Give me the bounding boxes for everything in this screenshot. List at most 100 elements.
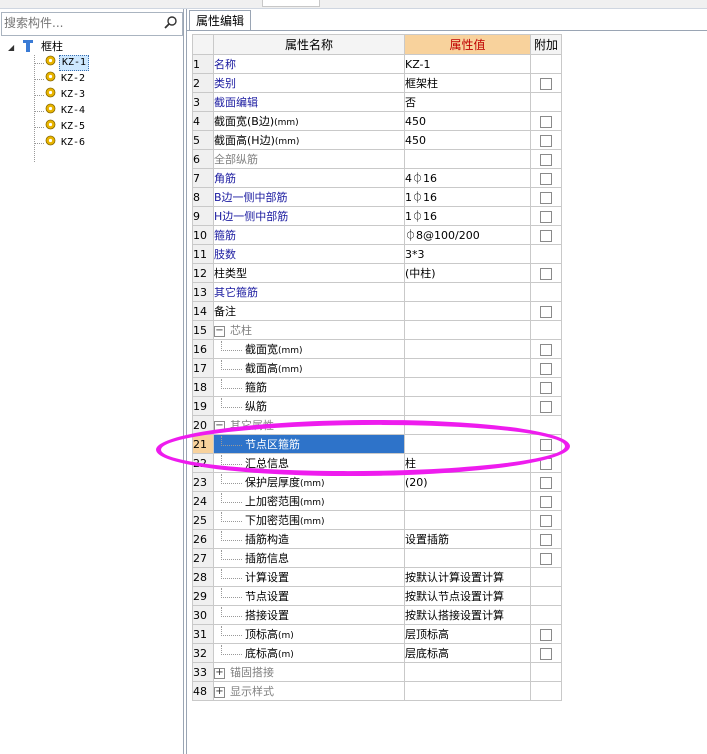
attr-name-cell[interactable]: 备注 (213, 301, 405, 321)
attach-checkbox[interactable] (540, 495, 552, 508)
tree-item-kz-4[interactable]: KZ-4 (45, 103, 87, 119)
attr-value-cell[interactable] (404, 301, 531, 321)
attach-checkbox[interactable] (540, 514, 552, 527)
attach-checkbox[interactable] (540, 210, 552, 223)
attr-value-cell[interactable]: 按默认搭接设置计算 (404, 605, 531, 625)
attr-value-cell[interactable]: 1⏀16 (404, 206, 531, 226)
attr-name-cell[interactable]: 截面高(H边)(mm) (213, 130, 405, 150)
attr-value-cell[interactable]: ⏀8@100/200 (404, 225, 531, 245)
property-row[interactable]: 15− 芯柱 (192, 320, 562, 340)
property-row[interactable]: 2 类别 框架柱 (192, 73, 562, 93)
attr-name-cell[interactable]: 节点设置 (213, 586, 405, 606)
attr-name-cell[interactable]: 保护层厚度(mm) (213, 472, 405, 492)
attach-checkbox[interactable] (540, 172, 552, 185)
attr-value-cell[interactable] (404, 396, 531, 416)
property-row[interactable]: 13 其它箍筋 (192, 282, 562, 302)
attr-name-cell[interactable]: 底标高(m) (213, 643, 405, 663)
attr-value-cell[interactable] (404, 415, 531, 435)
attach-checkbox[interactable] (540, 267, 552, 280)
attr-value-cell[interactable]: 按默认节点设置计算 (404, 586, 531, 606)
attach-checkbox[interactable] (540, 153, 552, 166)
attr-value-cell[interactable]: KZ-1 (404, 54, 531, 74)
property-row[interactable]: 48 + 显示样式 (192, 681, 562, 701)
header-attr-value[interactable]: 属性值 (404, 34, 531, 55)
tree-item-kz-5[interactable]: KZ-5 (45, 119, 87, 135)
attr-name-cell[interactable]: 角筋 (213, 168, 405, 188)
property-row[interactable]: 22 汇总信息 柱 (192, 453, 562, 473)
tree-item-kz-1[interactable]: KZ-1 (45, 55, 90, 71)
attr-name-cell[interactable]: 箍筋 (213, 377, 405, 397)
attr-name-cell[interactable]: 汇总信息 (213, 453, 405, 473)
attach-checkbox[interactable] (540, 533, 552, 546)
property-row[interactable]: 29 节点设置 按默认节点设置计算 (192, 586, 562, 606)
property-row[interactable]: 5 截面高(H边)(mm) 450 (192, 130, 562, 150)
attr-name-cell[interactable]: 搭接设置 (213, 605, 405, 625)
attr-value-cell[interactable]: 3*3 (404, 244, 531, 264)
attr-name-cell[interactable]: 截面宽(mm) (213, 339, 405, 359)
attr-value-cell[interactable]: 层顶标高 (404, 624, 531, 644)
property-row[interactable]: 6 全部纵筋 (192, 149, 562, 169)
attr-value-cell[interactable]: 层底标高 (404, 643, 531, 663)
tab-property-edit[interactable]: 属性编辑 (189, 10, 252, 31)
tree-item-kz-3[interactable]: KZ-3 (45, 87, 87, 103)
attr-value-cell[interactable] (404, 662, 531, 682)
attr-name-cell[interactable]: − 其它属性 (213, 415, 405, 435)
attr-name-cell[interactable]: 插筋构造 (213, 529, 405, 549)
attr-value-cell[interactable]: (中柱) (404, 263, 531, 283)
attr-value-cell[interactable]: (20) (404, 472, 531, 492)
attr-value-cell[interactable] (404, 377, 531, 397)
attr-name-cell[interactable]: 名称 (213, 54, 405, 74)
property-row[interactable]: 9 H边一侧中部筋 1⏀16 (192, 206, 562, 226)
attach-checkbox[interactable] (540, 438, 552, 451)
property-row[interactable]: 3 截面编辑 否 (192, 92, 562, 112)
header-attr-name[interactable]: 属性名称 (213, 34, 405, 55)
attr-name-cell[interactable]: B边一侧中部筋 (213, 187, 405, 207)
attr-name-cell[interactable]: 箍筋 (213, 225, 405, 245)
expand-icon[interactable]: + (214, 667, 225, 679)
attr-name-cell[interactable]: 计算设置 (213, 567, 405, 587)
attr-value-cell[interactable]: 设置插筋 (404, 529, 531, 549)
property-row[interactable]: 24 上加密范围(mm) (192, 491, 562, 511)
attach-checkbox[interactable] (540, 305, 552, 318)
attr-value-cell[interactable]: 450 (404, 130, 531, 150)
property-row[interactable]: 30 搭接设置 按默认搭接设置计算 (192, 605, 562, 625)
attr-name-cell[interactable]: 纵筋 (213, 396, 405, 416)
property-row[interactable]: 27 插筋信息 (192, 548, 562, 568)
attr-name-cell[interactable]: 截面高(mm) (213, 358, 405, 378)
property-row[interactable]: 17 截面高(mm) (192, 358, 562, 378)
attr-value-cell[interactable] (404, 510, 531, 530)
attach-checkbox[interactable] (540, 552, 552, 565)
property-row[interactable]: 12 柱类型 (中柱) (192, 263, 562, 283)
property-row[interactable]: 18 箍筋 (192, 377, 562, 397)
property-row[interactable]: 21 节点区箍筋 (192, 434, 562, 454)
property-row[interactable]: 23 保护层厚度(mm) (20) (192, 472, 562, 492)
attr-value-cell[interactable]: 1⏀16 (404, 187, 531, 207)
attach-checkbox[interactable] (540, 191, 552, 204)
expand-icon[interactable]: + (214, 686, 225, 698)
attr-value-cell[interactable]: 450 (404, 111, 531, 131)
header-attach[interactable]: 附加 (530, 34, 562, 55)
attr-name-cell[interactable]: 顶标高(m) (213, 624, 405, 644)
attach-checkbox[interactable] (540, 628, 552, 641)
attr-value-cell[interactable]: 4⏀16 (404, 168, 531, 188)
attach-checkbox[interactable] (540, 229, 552, 242)
attr-name-cell[interactable]: 截面编辑 (213, 92, 405, 112)
property-row[interactable]: 20− 其它属性 (192, 415, 562, 435)
attr-value-cell[interactable]: 框架柱 (404, 73, 531, 93)
property-row[interactable]: 7 角筋 4⏀16 (192, 168, 562, 188)
expand-toggle-icon[interactable]: ◢ (8, 40, 18, 56)
attr-name-cell[interactable]: − 芯柱 (213, 320, 405, 340)
collapse-icon[interactable]: − (214, 420, 225, 432)
attr-name-cell[interactable]: 截面宽(B边)(mm) (213, 111, 405, 131)
attach-checkbox[interactable] (540, 362, 552, 375)
attr-name-cell[interactable]: 其它箍筋 (213, 282, 405, 302)
property-row[interactable]: 11 肢数 3*3 (192, 244, 562, 264)
property-row[interactable]: 33 + 锚固搭接 (192, 662, 562, 682)
collapse-icon[interactable]: − (214, 325, 225, 337)
property-row[interactable]: 4 截面宽(B边)(mm) 450 (192, 111, 562, 131)
attr-name-cell[interactable]: + 锚固搭接 (213, 662, 405, 682)
property-row[interactable]: 32 底标高(m) 层底标高 (192, 643, 562, 663)
attr-value-cell[interactable] (404, 434, 531, 454)
property-row[interactable]: 31 顶标高(m) 层顶标高 (192, 624, 562, 644)
attr-value-cell[interactable] (404, 339, 531, 359)
